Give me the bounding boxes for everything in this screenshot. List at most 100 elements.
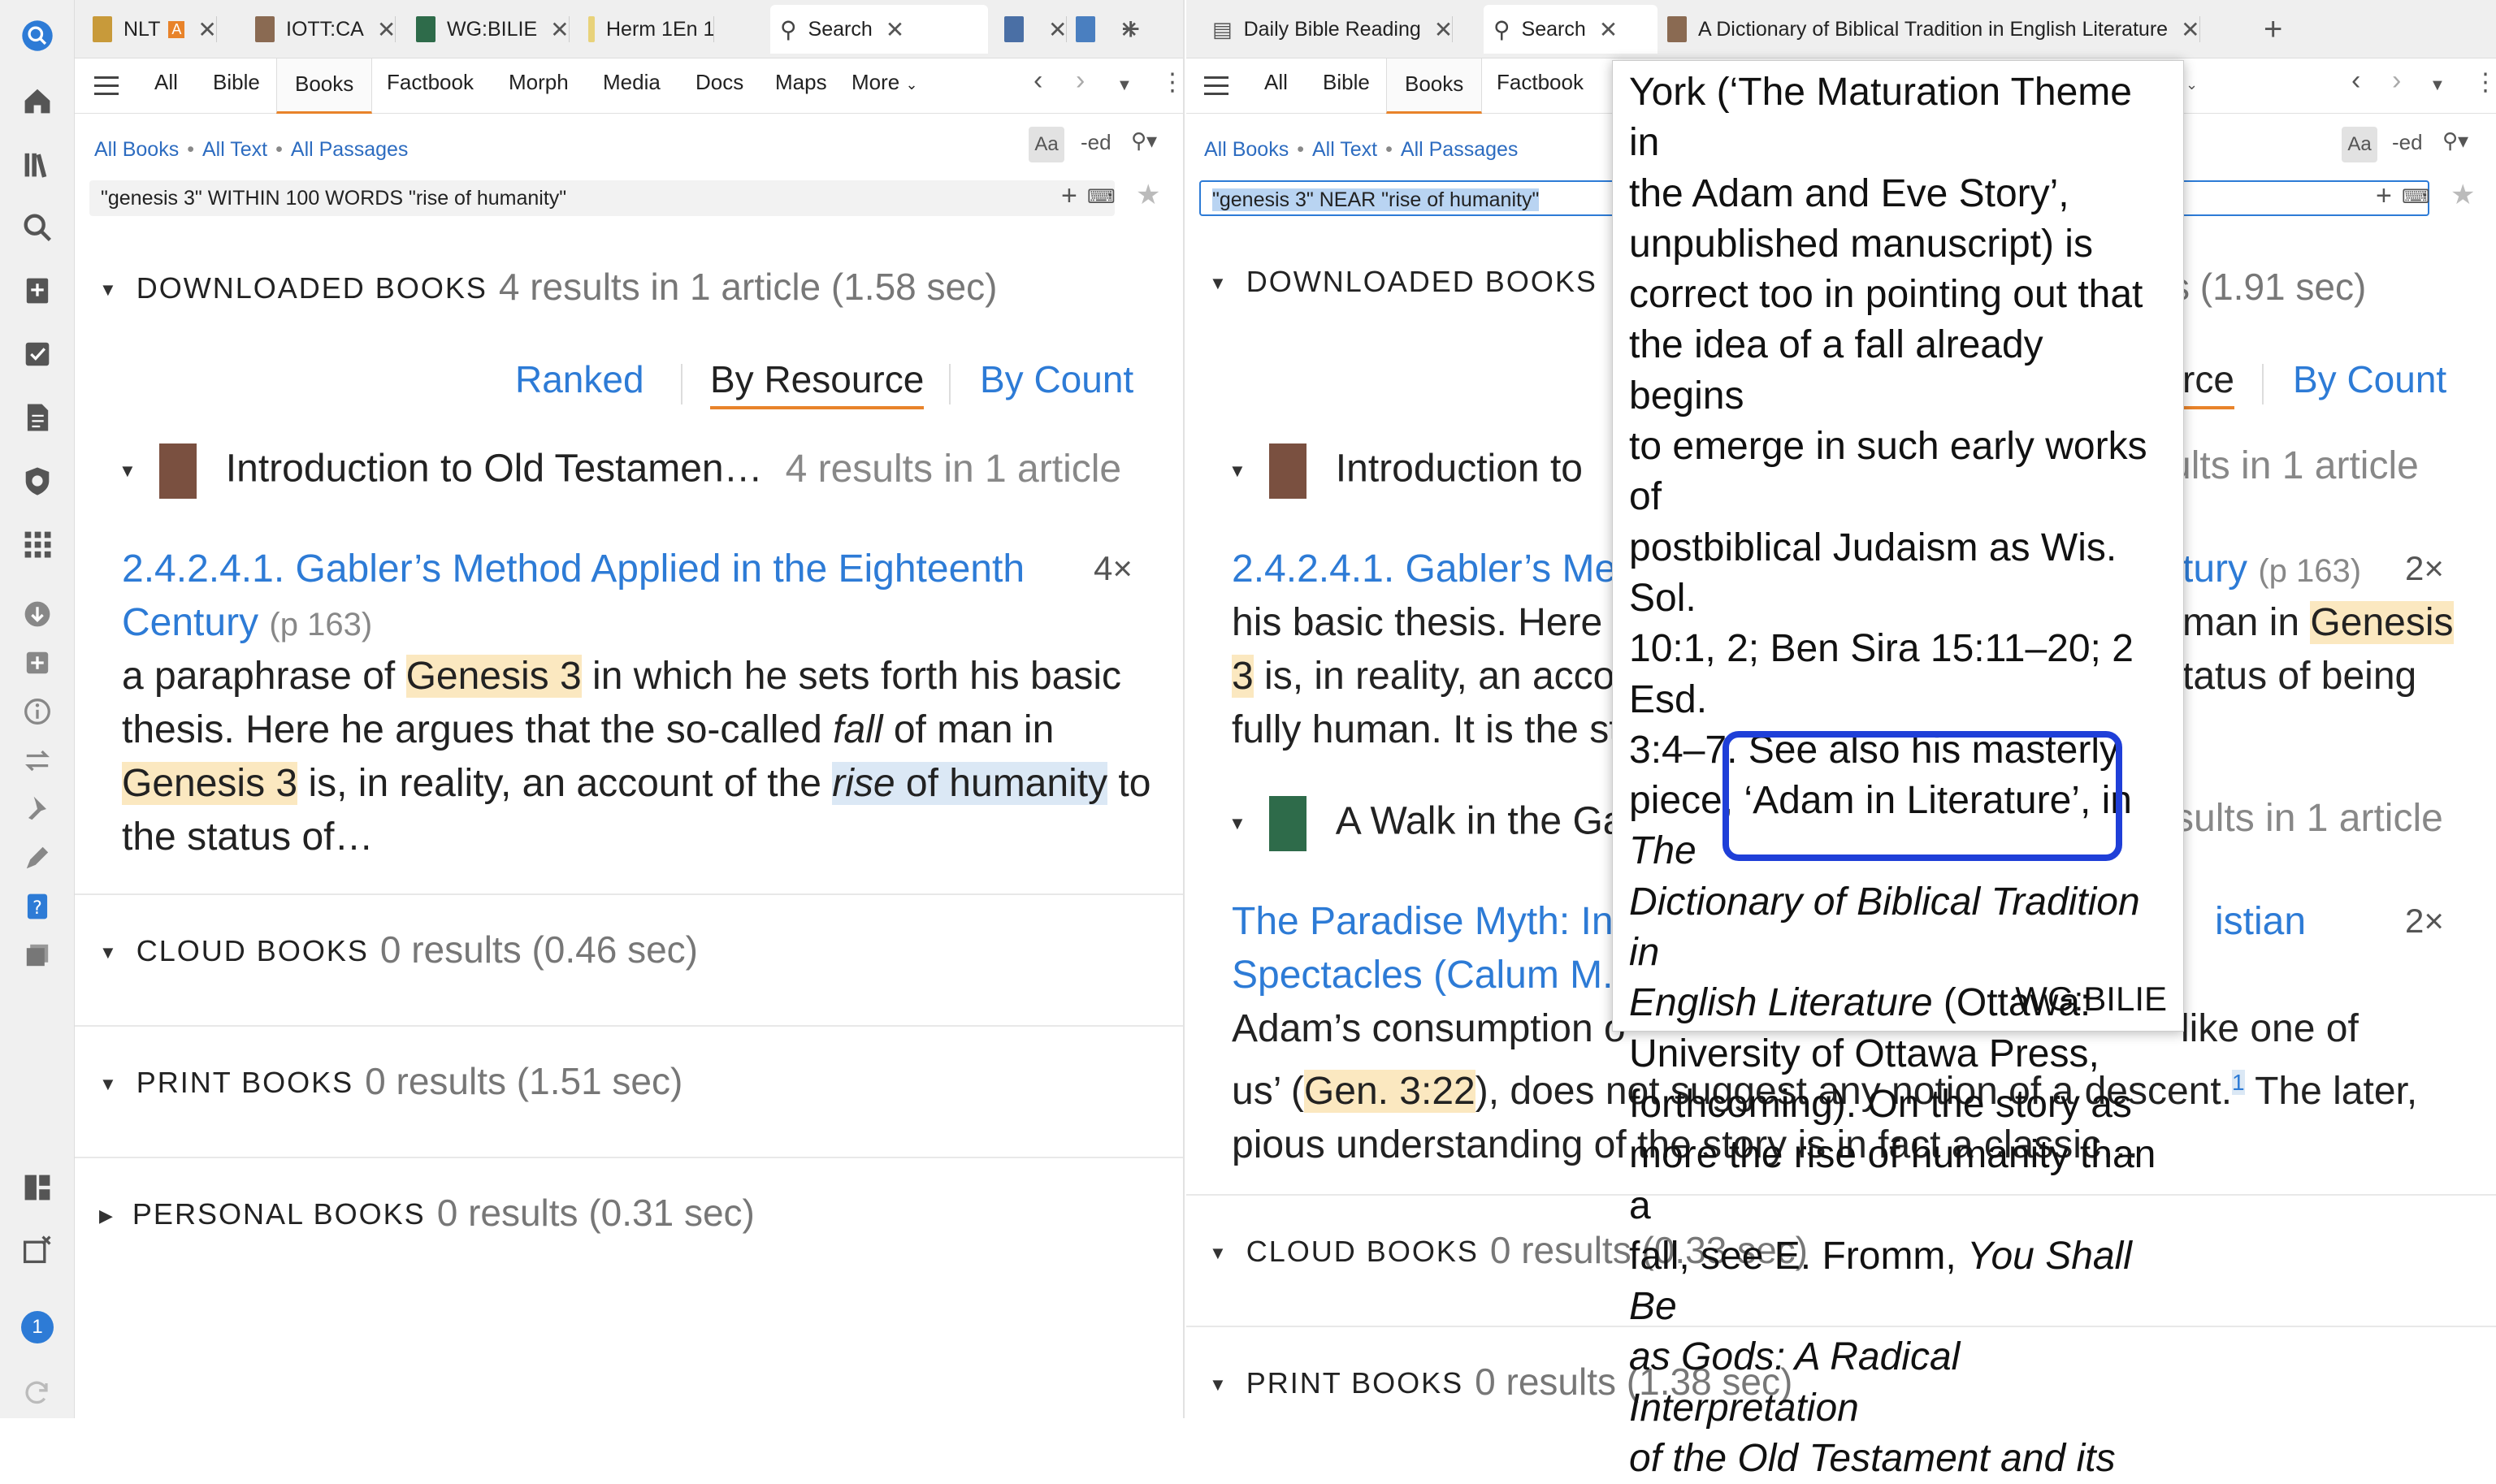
tab-herm-1en-1[interactable]: Herm 1En 1 — [578, 5, 715, 54]
panel-menu-icon[interactable]: ⋮ — [2473, 68, 2496, 97]
popup-source-label[interactable]: WG:BILIE — [2015, 974, 2167, 1024]
layers-icon[interactable] — [18, 936, 57, 975]
highlight-pen-icon[interactable] — [18, 838, 57, 877]
result-title-link[interactable]: The Paradise Myth: Int Spectacles (Calum… — [1232, 895, 1652, 1002]
footnote-popup[interactable]: York (‘The Maturation Theme in the Adam … — [1612, 60, 2184, 1480]
scope-all-passages[interactable]: All Passages — [291, 138, 409, 161]
close-icon[interactable]: ✕ — [1048, 16, 1067, 43]
mode-ranked[interactable]: Ranked — [515, 357, 644, 401]
forward-arrow-icon[interactable]: › — [2392, 65, 2401, 97]
tab-nlt[interactable]: NLT A ✕ — [83, 5, 217, 54]
tab-iott-ca[interactable]: IOTT:CA ✕ — [245, 5, 396, 54]
close-icon[interactable]: ✕ — [197, 16, 216, 43]
tab-daily-bible-reading[interactable]: ▤ Daily Bible Reading ✕ — [1202, 5, 1454, 54]
toolbar-books[interactable]: Books — [1386, 58, 1483, 114]
keyboard-icon[interactable]: ⌨ — [1087, 185, 1116, 209]
mode-by-count[interactable]: By Count — [980, 357, 1133, 401]
match-case-icon[interactable]: Aa — [1029, 127, 1064, 162]
menu-icon[interactable] — [1204, 76, 1228, 101]
help-icon[interactable]: ? — [18, 887, 57, 926]
toolbar-factbook[interactable]: Factbook — [1497, 70, 1584, 95]
result-title-link[interactable]: 2.4.2.4.1. Gabler’s Method Applied in th… — [122, 543, 1025, 651]
result-title-link[interactable]: 2.4.2.4.1. Gabler’s Meth — [1232, 543, 1649, 596]
close-icon[interactable]: ✕ — [550, 16, 569, 43]
apps-grid-icon[interactable] — [18, 525, 57, 564]
result-title-link[interactable]: istian — [2215, 895, 2306, 949]
footnote-marker[interactable]: 1 — [2232, 1070, 2245, 1095]
tab-search[interactable]: ⚲ Search ✕ — [1484, 5, 1658, 54]
mode-by-resource[interactable]: rce — [2182, 357, 2234, 409]
documents-icon[interactable] — [18, 398, 57, 437]
close-icon[interactable]: ✕ — [886, 16, 904, 43]
toolbar-more[interactable]: More ⌄ — [852, 70, 918, 95]
library-icon[interactable] — [18, 145, 57, 184]
toolbar-books[interactable]: Books — [276, 58, 373, 114]
personal-books-header[interactable]: ▶ PERSONAL BOOKS 0 results (0.31 sec) — [99, 1191, 755, 1235]
toolbar-all[interactable]: All — [154, 70, 178, 95]
sync-arrows-icon[interactable] — [18, 741, 57, 780]
back-arrow-icon[interactable]: ‹ — [2351, 65, 2360, 97]
close-panels-icon[interactable] — [18, 1230, 57, 1269]
add-query-icon[interactable]: + — [1061, 180, 1077, 212]
result-snippet[interactable]: his basic thesis. Here h 3 is, in realit… — [1232, 596, 1636, 757]
info-icon[interactable] — [18, 692, 57, 731]
match-case-icon[interactable]: Aa — [2342, 127, 2377, 162]
print-books-header[interactable]: ▼ PRINT BOOKS 0 results (1.51 sec) — [99, 1059, 682, 1103]
toolbar-media[interactable]: Media — [603, 70, 661, 95]
toolbar-maps[interactable]: Maps — [775, 70, 827, 95]
search-input[interactable]: "genesis 3" WITHIN 100 WORDS "rise of hu… — [89, 180, 1115, 216]
add-icon[interactable] — [18, 643, 57, 682]
close-icon[interactable]: ✕ — [1599, 16, 1618, 43]
book-group-row[interactable]: ▼ Introduction to — [1228, 443, 1583, 499]
home-icon[interactable] — [18, 81, 57, 120]
download-icon[interactable] — [18, 595, 57, 634]
scope-all-books[interactable]: All Books — [1204, 138, 1289, 161]
result-title-link[interactable]: tury (p 163) — [2182, 543, 2361, 598]
add-tab-icon[interactable]: + — [1121, 11, 1140, 48]
search-icon[interactable] — [18, 208, 57, 247]
toolbar-bible[interactable]: Bible — [1323, 70, 1370, 95]
toolbar-morph[interactable]: Morph — [509, 70, 569, 95]
history-dropdown-icon[interactable]: ▼ — [1116, 76, 1133, 95]
options-icon[interactable]: ⚲▾ — [2442, 128, 2468, 154]
app-logo-icon[interactable] — [18, 16, 57, 55]
mode-by-resource[interactable]: By Resource — [710, 357, 925, 409]
close-icon[interactable]: ✕ — [2181, 16, 2199, 43]
toolbar-factbook[interactable]: Factbook — [387, 70, 474, 95]
favorite-star-icon[interactable]: ★ — [1136, 179, 1160, 211]
guides-icon[interactable] — [18, 271, 57, 310]
scope-all-text[interactable]: All Text — [202, 138, 267, 161]
scope-all-text[interactable]: All Text — [1312, 138, 1377, 161]
notification-badge[interactable]: 1 — [21, 1311, 54, 1343]
add-query-icon[interactable]: + — [2376, 180, 2392, 212]
panel-menu-icon[interactable]: ⋮ — [1160, 68, 1183, 97]
back-arrow-icon[interactable]: ‹ — [1034, 65, 1042, 97]
toolbar-docs[interactable]: Docs — [696, 70, 743, 95]
tab-dictionary-biblical-tradition[interactable]: A Dictionary of Biblical Tradition in En… — [1658, 5, 2200, 54]
downloaded-books-header[interactable]: ▼ DOWNLOADED BOOKS 4 results in 1 article … — [99, 265, 997, 309]
favorite-star-icon[interactable]: ★ — [2450, 179, 2475, 211]
tab-wg-bilie[interactable]: WG:BILIE ✕ — [406, 5, 570, 54]
menu-icon[interactable] — [94, 76, 119, 101]
scope-all-passages[interactable]: All Passages — [1401, 138, 1519, 161]
close-icon[interactable]: ✕ — [377, 16, 396, 43]
toolbar-all[interactable]: All — [1264, 70, 1288, 95]
book-group-row[interactable]: ▼ Introduction to Old Testamen… 4 results … — [119, 443, 1121, 499]
cloud-books-header[interactable]: ▼ CLOUD BOOKS 0 results (0.46 sec) — [99, 928, 698, 971]
sync-icon[interactable] — [18, 1373, 57, 1412]
close-icon[interactable]: ✕ — [1434, 16, 1453, 43]
chevron-down-icon[interactable]: ⌄ — [2186, 76, 2198, 93]
scope-all-books[interactable]: All Books — [94, 138, 179, 161]
options-icon[interactable]: ⚲▾ — [1131, 128, 1157, 154]
layouts-icon[interactable] — [18, 1168, 57, 1207]
add-tab-icon[interactable]: + — [2264, 11, 2282, 48]
tasks-icon[interactable] — [18, 335, 57, 374]
downloaded-books-header[interactable]: ▼ DOWNLOADED BOOKS — [1209, 265, 1597, 300]
pin-icon[interactable] — [18, 790, 57, 829]
forward-arrow-icon[interactable]: › — [1076, 65, 1085, 97]
tab-book-icon[interactable]: ✕ — [994, 5, 1068, 54]
spelling-icon[interactable]: -ed — [2392, 130, 2423, 155]
result-snippet[interactable]: a paraphrase of Genesis 3 in which he se… — [122, 650, 1150, 864]
mode-by-count[interactable]: By Count — [2293, 357, 2446, 401]
book-group-row[interactable]: ▼ A Walk in the Ga — [1228, 796, 1625, 851]
